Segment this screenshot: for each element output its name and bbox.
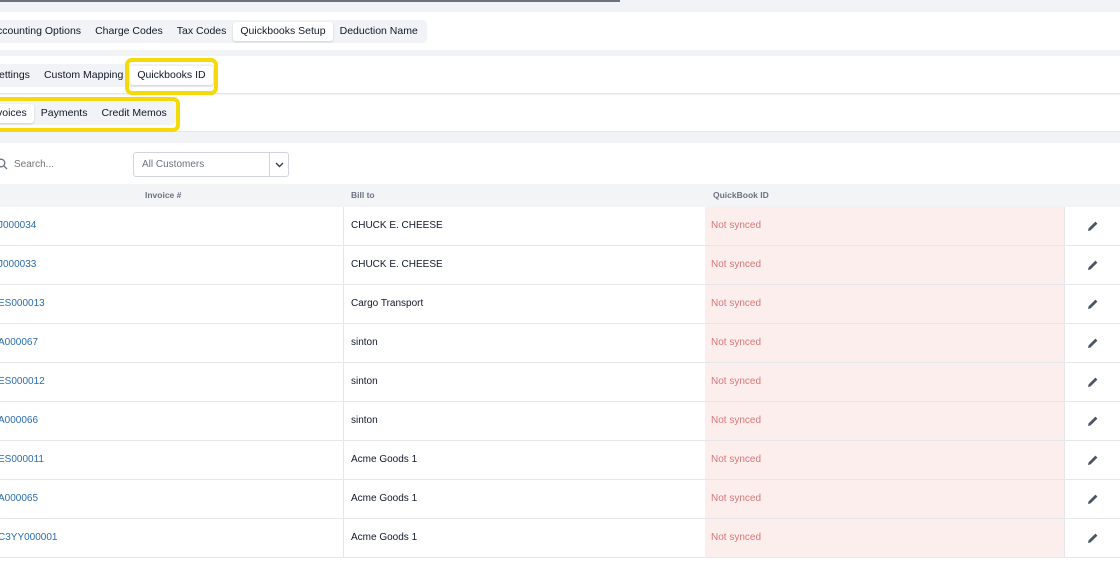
bill-to-cell: Acme Goods 1 — [343, 441, 705, 479]
chevron-down-icon[interactable] — [269, 153, 288, 176]
tab-deduction-name[interactable]: Deduction Name — [333, 22, 425, 41]
tab-accounting-options[interactable]: ccounting Options — [0, 22, 88, 41]
bill-to-cell: Acme Goods 1 — [343, 519, 705, 557]
column-header-quickbook-id[interactable]: QuickBook ID — [713, 184, 769, 207]
edit-button[interactable] — [1064, 480, 1120, 518]
invoice-link[interactable]: ES000011 — [0, 441, 208, 479]
table-row: ES000013 Cargo Transport Not synced — [0, 285, 1120, 324]
table-row: ES000012 sinton Not synced — [0, 363, 1120, 402]
invoice-link[interactable]: ES000012 — [0, 363, 208, 401]
edit-button[interactable] — [1064, 285, 1120, 323]
table-row: ES000011 Acme Goods 1 Not synced — [0, 441, 1120, 480]
pencil-icon — [1087, 260, 1097, 270]
invoice-link[interactable]: A000065 — [0, 480, 208, 518]
customer-select[interactable]: All Customers — [133, 152, 289, 177]
table-row: A000065 Acme Goods 1 Not synced — [0, 480, 1120, 519]
edit-button[interactable] — [1064, 363, 1120, 401]
quickbook-id-status: Not synced — [705, 441, 1064, 479]
quickbook-id-status: Not synced — [705, 363, 1064, 401]
invoice-link[interactable]: A000067 — [0, 324, 208, 362]
pencil-icon — [1087, 338, 1097, 348]
edit-button[interactable] — [1064, 324, 1120, 362]
tab-charge-codes[interactable]: Charge Codes — [88, 22, 170, 41]
pencil-icon — [1087, 377, 1097, 387]
pencil-icon — [1087, 299, 1097, 309]
invoice-link[interactable]: J000034 — [0, 207, 208, 245]
edit-button[interactable] — [1064, 246, 1120, 284]
search-input[interactable] — [14, 158, 114, 170]
settings-tabs: ccounting Options Charge Codes Tax Codes… — [0, 20, 427, 43]
tab-tax-codes[interactable]: Tax Codes — [170, 22, 234, 41]
quickbook-id-status: Not synced — [705, 285, 1064, 323]
column-header-bill-to[interactable]: Bill to — [351, 184, 375, 207]
table-row: A000067 sinton Not synced — [0, 324, 1120, 363]
bill-to-cell: CHUCK E. CHEESE — [343, 246, 705, 284]
quickbook-id-status: Not synced — [705, 246, 1064, 284]
tab-settings[interactable]: ettings — [0, 66, 37, 85]
bill-to-cell: sinton — [343, 402, 705, 440]
search-icon — [0, 158, 8, 170]
edit-button[interactable] — [1064, 207, 1120, 245]
quickbook-id-status: Not synced — [705, 402, 1064, 440]
invoice-link[interactable]: A000066 — [0, 402, 208, 440]
quickbook-id-status: Not synced — [705, 324, 1064, 362]
top-bar — [0, 0, 1120, 12]
pencil-icon — [1087, 416, 1097, 426]
tab-custom-mapping[interactable]: Custom Mapping — [37, 66, 130, 85]
bill-to-cell: CHUCK E. CHEESE — [343, 207, 705, 245]
bill-to-cell: sinton — [343, 324, 705, 362]
table-row: J000034 CHUCK E. CHEESE Not synced — [0, 207, 1120, 246]
pencil-icon — [1087, 221, 1097, 231]
bill-to-cell: sinton — [343, 363, 705, 401]
edit-button[interactable] — [1064, 441, 1120, 479]
table-body: J000034 CHUCK E. CHEESE Not synced J0000… — [0, 207, 1120, 558]
quickbook-id-status: Not synced — [705, 519, 1064, 557]
pencil-icon — [1087, 455, 1097, 465]
bill-to-cell: Acme Goods 1 — [343, 480, 705, 518]
bill-to-cell: Cargo Transport — [343, 285, 705, 323]
loading-progress-bar — [0, 0, 620, 2]
search-box — [0, 153, 116, 175]
invoice-link[interactable]: ES000013 — [0, 285, 208, 323]
invoice-link[interactable]: C3YY000001 — [0, 519, 208, 557]
pencil-icon — [1087, 494, 1097, 504]
edit-button[interactable] — [1064, 402, 1120, 440]
quickbook-id-status: Not synced — [705, 480, 1064, 518]
table-row: C3YY000001 Acme Goods 1 Not synced — [0, 519, 1120, 558]
quickbook-id-status: Not synced — [705, 207, 1064, 245]
table-row: J000033 CHUCK E. CHEESE Not synced — [0, 246, 1120, 285]
invoice-table-panel: All Customers Invoice # Bill to QuickBoo… — [0, 143, 1120, 567]
invoice-link[interactable]: J000033 — [0, 246, 208, 284]
tab-quickbooks-setup[interactable]: Quickbooks Setup — [233, 22, 333, 41]
document-tabs-highlight — [0, 97, 180, 132]
settings-tab-row: ccounting Options Charge Codes Tax Codes… — [0, 12, 1120, 50]
column-header-invoice[interactable]: Invoice # — [145, 184, 181, 207]
table-row: A000066 sinton Not synced — [0, 402, 1120, 441]
table-header: Invoice # Bill to QuickBook ID — [0, 184, 1120, 207]
customer-select-value: All Customers — [142, 159, 205, 170]
edit-button[interactable] — [1064, 519, 1120, 557]
quickbooks-id-highlight — [125, 58, 218, 95]
pencil-icon — [1087, 533, 1097, 543]
